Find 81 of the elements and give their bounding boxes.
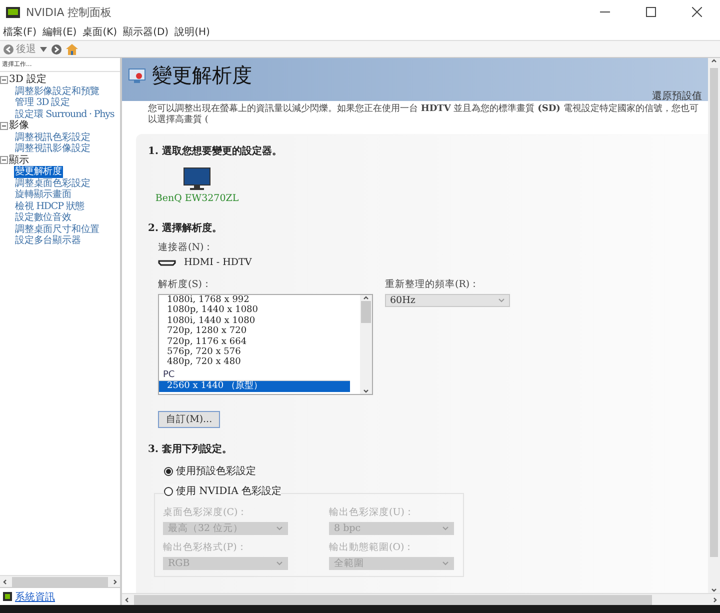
menu-item[interactable]: 說明(H) [174,25,210,39]
restore-defaults-link[interactable]: 還原預設值 [652,89,702,103]
refresh-rate-label: 重新整理的頻率(R)： [385,278,481,291]
section-heading: 2. 選擇解析度。 [148,221,223,235]
resolution-option[interactable]: 720p, 1280 x 720 [159,326,350,337]
section-heading: 1. 選取您想要變更的設定器。 [148,144,283,158]
collapse-icon[interactable] [0,122,8,130]
description-text: 您可以調整出現在螢幕上的資訊量以減少閃爍。如果您正在使用一台 HDTV 並且為您的標準畫質 (SD) 電視設定特定國家的信號，您也可以選擇高畫質 ( [148,104,700,126]
tree-item[interactable]: 調整視訊色彩設定 [14,132,92,143]
menu-item[interactable]: 檔案(F) [3,25,37,39]
tree-item[interactable]: 旋轉顯示畫面 [14,189,72,200]
chevron-down-icon [276,561,283,566]
resolution-option[interactable]: 2560 x 1440 （原型） [159,381,350,392]
hdmi-port-icon [158,260,176,266]
monitor-icon[interactable] [183,167,211,191]
field-label: 桌面色彩深度(C)： [163,506,249,519]
display-name[interactable]: BenQ EW3270ZL [155,193,239,204]
collapse-icon[interactable] [0,156,8,164]
field-label: 輸出色彩深度(U)： [329,506,416,519]
radio-button[interactable] [164,466,173,476]
resolution-option[interactable]: 1080p, 1440 x 1080 [159,305,350,316]
radio-label[interactable]: 使用預設色彩設定 [176,464,256,478]
menu-item[interactable]: 桌面(K) [82,25,118,39]
customize-button[interactable]: 自訂(M)... [158,411,220,428]
resolution-option[interactable]: 1080i, 1440 x 1080 [159,316,350,326]
scroll-right-icon[interactable] [712,596,718,602]
resolution-option[interactable]: 480p, 720 x 480 [159,357,350,368]
chevron-down-icon [442,526,449,531]
home-icon[interactable] [66,44,78,54]
scroll-up-icon[interactable] [363,295,369,301]
minimize-icon[interactable] [600,11,610,13]
chevron-down-icon [276,526,283,531]
menu-item[interactable]: 顯示器(D) [123,25,169,39]
tree-item[interactable]: 管理 3D 設定 [14,97,71,108]
tree-item[interactable]: 檢視 HDCP 狀態 [14,200,86,212]
resolution-label: 解析度(S)： [158,278,213,291]
tree-item[interactable]: 調整桌面尺寸和位置 [14,224,101,235]
collapse-icon[interactable] [0,76,8,84]
tree-item[interactable]: 調整桌面色彩設定 [14,178,92,189]
tree-item[interactable]: 調整視訊影像設定 [14,143,92,154]
field-label: 輸出色彩格式(P)： [163,541,248,554]
list-scrollbar-thumb[interactable] [361,301,371,323]
section-heading: 3. 套用下列設定。 [148,442,233,456]
tree-item[interactable]: 設定數位音效 [14,212,72,224]
resolution-option[interactable]: 720p, 1176 x 664 [159,336,350,348]
chevron-down-icon [442,561,449,566]
info-icon [3,592,12,601]
tree-category[interactable]: 3D 設定 [9,74,47,86]
field-label: 輸出動態範圍(O)： [329,541,416,554]
close-icon[interactable] [692,7,702,17]
tree-category[interactable]: 顯示 [9,154,29,166]
scroll-up-icon[interactable] [711,58,717,64]
tree-item[interactable]: 設定多台顯示器 [14,235,82,246]
connector-label: 連接器(N)： [158,241,215,254]
refresh-rate-select[interactable]: 60Hz [385,294,510,307]
maximize-icon[interactable] [646,7,656,17]
scrollbar-thumb[interactable] [12,576,108,586]
window-title: NVIDIA 控制面板 [26,4,112,20]
scroll-left-icon[interactable] [2,578,8,584]
tree-item[interactable]: 調整影像設定和預覽 [14,86,101,97]
scroll-down-icon[interactable] [711,587,717,593]
chevron-down-icon [498,298,505,303]
resolution-option[interactable]: 576p, 720 x 576 [159,347,350,358]
forward-icon[interactable] [51,44,62,54]
menu-item[interactable]: 編輯(E) [42,25,77,39]
page-title: 變更解析度 [152,62,252,89]
tree-item[interactable]: 設定環 Surround · Phys [14,108,116,120]
scrollbar-thumb[interactable] [710,68,718,557]
scrollbar-thumb[interactable] [134,594,652,604]
scroll-right-icon[interactable] [112,578,118,584]
scroll-down-icon[interactable] [363,388,369,394]
display-icon [128,68,146,84]
connector-name: HDMI - HDTV [184,257,252,268]
system-info-link[interactable]: 系統資訊 [15,590,55,604]
tree-item[interactable]: 變更解析度 [14,166,64,178]
tree-category[interactable]: 影像 [9,120,29,132]
app-logo-icon [6,6,20,18]
dropdown-arrow-icon[interactable] [40,46,47,52]
radio-button[interactable] [164,486,173,496]
scroll-left-icon[interactable] [124,596,130,602]
resolution-option[interactable]: 1080i, 1768 x 992 [159,295,350,306]
